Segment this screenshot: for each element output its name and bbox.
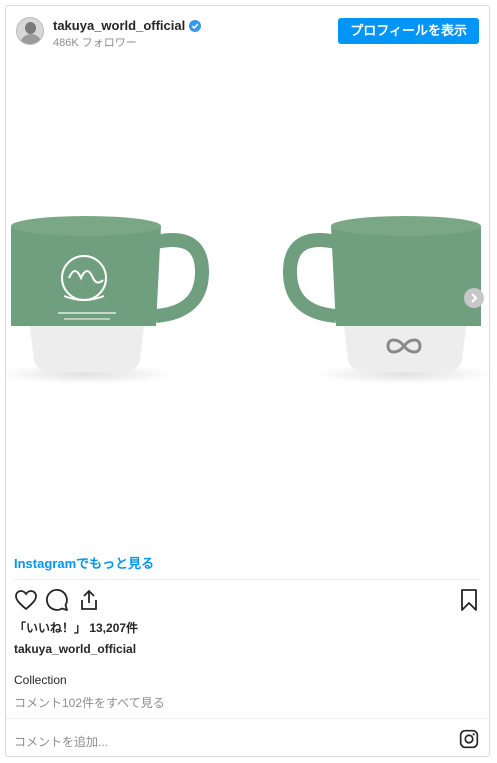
chevron-right-icon	[471, 293, 478, 303]
next-image-button[interactable]	[464, 288, 484, 308]
username-link[interactable]: takuya_world_official	[53, 18, 185, 33]
follower-count: 486K フォロワー	[53, 37, 137, 49]
divider	[14, 579, 481, 580]
username-row: takuya_world_official	[53, 18, 202, 33]
post-owner-link[interactable]: takuya_world_official	[14, 642, 136, 656]
view-profile-button[interactable]: プロフィールを表示	[338, 18, 479, 44]
left-mug	[6, 216, 210, 384]
like-count[interactable]: 「いいね！」 13,207件	[14, 619, 138, 636]
comment-icon[interactable]	[45, 588, 69, 612]
post-image[interactable]	[6, 56, 489, 541]
share-icon[interactable]	[77, 588, 101, 612]
post-caption: Collection	[14, 673, 67, 687]
view-all-comments-link[interactable]: コメント102件をすべて見る	[14, 694, 165, 711]
instagram-logo-icon[interactable]	[459, 729, 479, 749]
instagram-embed-card: takuya_world_official 486K フォロワー プロフィールを…	[5, 5, 490, 757]
action-bar	[14, 588, 481, 616]
verified-badge-icon	[189, 19, 202, 32]
mug-product-photo	[6, 216, 489, 384]
bookmark-icon[interactable]	[457, 588, 481, 612]
heart-icon[interactable]	[14, 588, 38, 612]
post-header: takuya_world_official 486K フォロワー プロフィールを…	[6, 6, 489, 56]
right-mug	[282, 216, 489, 384]
comment-bar: コメントを追加...	[6, 718, 489, 757]
avatar[interactable]	[16, 17, 44, 45]
instagram-more-link[interactable]: Instagramでもっと見る	[14, 553, 154, 572]
add-comment-input[interactable]: コメントを追加...	[14, 733, 108, 750]
